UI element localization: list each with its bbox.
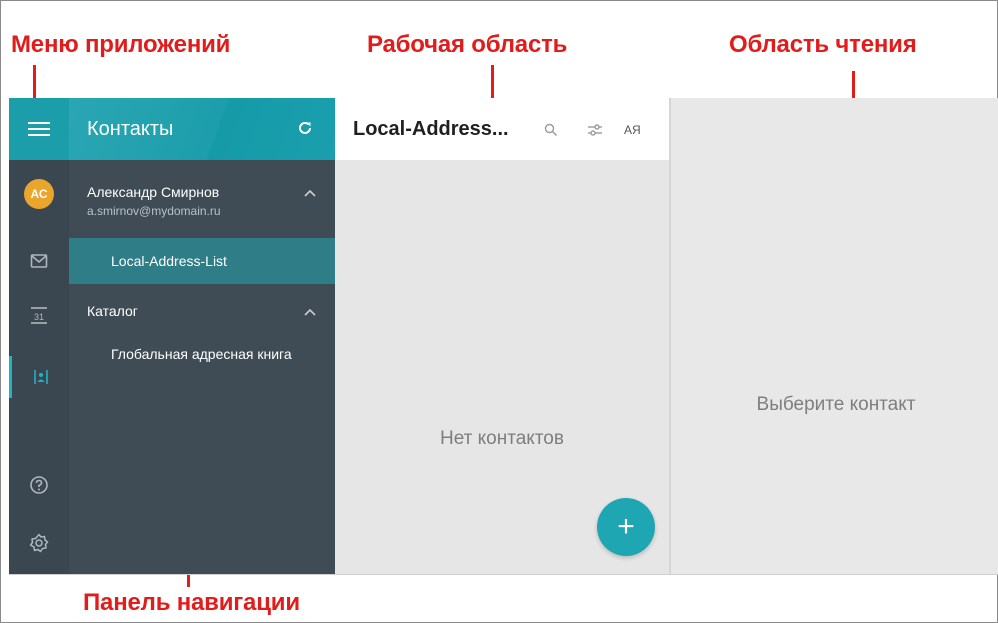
rail-item-contacts[interactable]	[9, 356, 69, 398]
account-name[interactable]: Александр Смирнов	[87, 184, 219, 200]
app-rail: АС 31	[9, 98, 69, 574]
help-icon	[30, 476, 48, 494]
app-window: АС 31 Контакты Александр Смирнов a.smirn…	[9, 98, 998, 574]
nav-item-label: Local-Address-List	[111, 253, 227, 269]
rail-item-settings[interactable]	[9, 522, 69, 564]
sliders-icon	[588, 124, 602, 136]
divider	[9, 574, 998, 575]
navigation-panel: Контакты Александр Смирнов a.smirnov@myd…	[69, 98, 335, 574]
sort-button[interactable]: АЯ	[624, 123, 641, 137]
hamburger-icon	[28, 118, 50, 140]
rail-item-help[interactable]	[9, 464, 69, 506]
account-email: a.smirnov@mydomain.ru	[87, 204, 221, 218]
refresh-button[interactable]	[293, 116, 317, 140]
workspace-header: Local-Address... АЯ	[335, 98, 669, 160]
filter-button[interactable]	[585, 120, 605, 140]
account-collapse-toggle[interactable]	[301, 184, 319, 202]
nav-title: Контакты	[87, 118, 174, 140]
mail-icon	[30, 254, 48, 268]
search-icon	[544, 123, 557, 136]
chevron-up-icon	[304, 189, 316, 197]
contacts-icon	[33, 370, 48, 384]
select-contact-placeholder: Выберите контакт	[756, 394, 916, 415]
workspace-title: Local-Address...	[353, 118, 509, 140]
screenshot-stage: Меню приложений Рабочая область Область …	[0, 0, 998, 623]
avatar: АС	[24, 179, 54, 209]
gear-icon	[29, 533, 49, 553]
nav-item-local-address-list[interactable]: Local-Address-List	[69, 238, 335, 284]
refresh-icon	[299, 121, 311, 134]
calendar-icon: 31	[31, 307, 47, 324]
empty-state-text: Нет контактов	[440, 428, 564, 449]
annotation-reading-area: Область чтения	[729, 31, 917, 58]
user-avatar[interactable]: АС	[9, 173, 69, 215]
annotation-nav-panel: Панель навигации	[83, 589, 300, 616]
add-contact-button[interactable]: +	[597, 498, 655, 556]
app-menu-button[interactable]	[9, 98, 69, 160]
search-button[interactable]	[541, 120, 561, 140]
catalog-collapse-toggle[interactable]	[301, 303, 319, 321]
annotation-workspace: Рабочая область	[367, 31, 568, 58]
nav-group-catalog[interactable]: Каталог	[87, 303, 138, 319]
plus-icon: +	[617, 510, 635, 543]
chevron-up-icon	[304, 308, 316, 316]
nav-item-global-address-book[interactable]: Глобальная адресная книга	[111, 346, 292, 362]
calendar-icon-day: 31	[34, 312, 44, 322]
annotation-app-menu: Меню приложений	[11, 31, 231, 58]
reading-area: Выберите контакт	[669, 98, 998, 574]
workspace: Local-Address... АЯ Нет контактов +	[335, 98, 669, 574]
nav-header: Контакты	[69, 98, 335, 160]
rail-item-mail[interactable]	[9, 240, 69, 282]
rail-item-calendar[interactable]: 31	[9, 294, 69, 336]
